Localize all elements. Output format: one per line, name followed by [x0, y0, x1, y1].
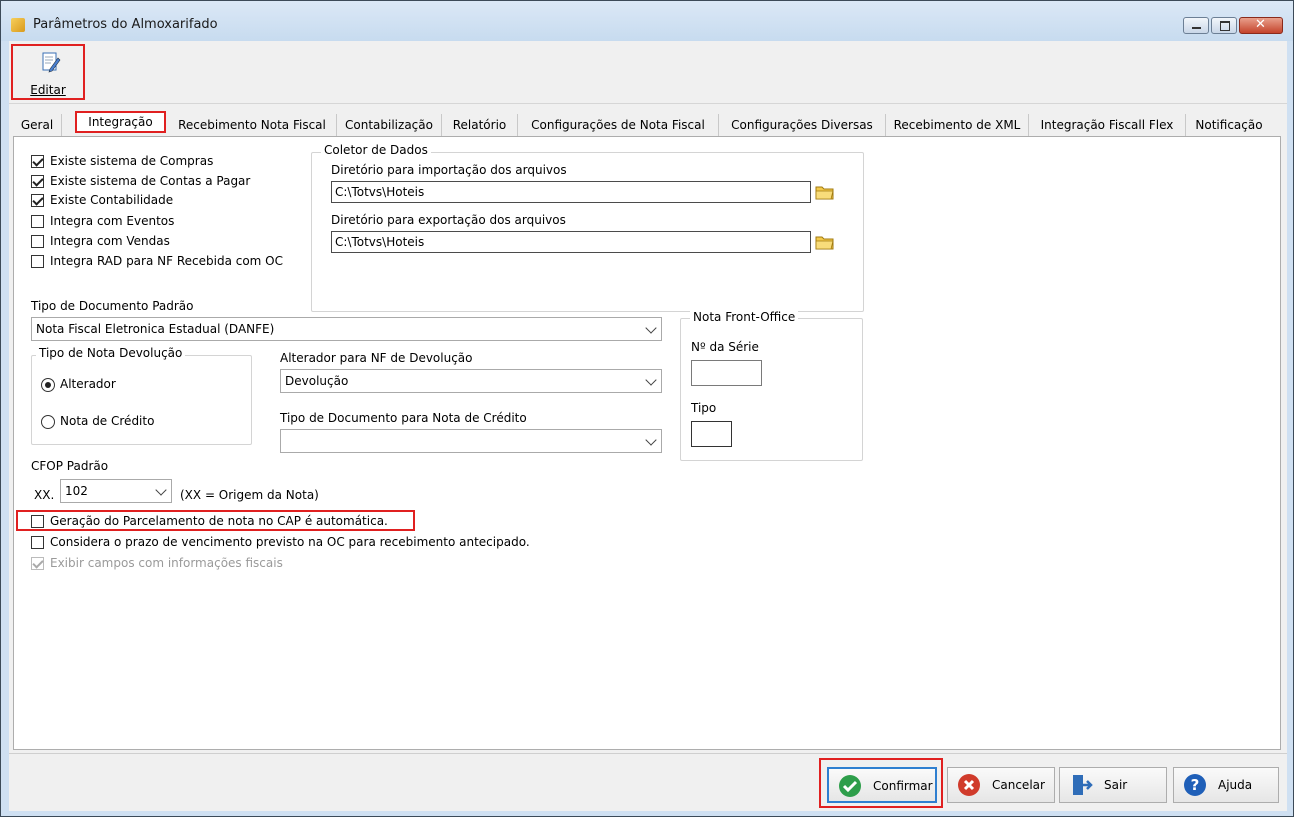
- edit-label: Editar: [30, 83, 66, 97]
- chevron-down-icon: [645, 322, 657, 334]
- export-label: Diretório para exportação dos arquivos: [331, 213, 566, 227]
- confirm-button[interactable]: Confirmar: [827, 767, 937, 803]
- tab-geral[interactable]: Geral: [13, 114, 62, 136]
- checkbox-label: Existe sistema de Compras: [50, 154, 214, 168]
- alterador-select[interactable]: Devolução: [280, 369, 662, 393]
- help-icon: ?: [1184, 774, 1206, 796]
- chevron-down-icon: [645, 434, 657, 446]
- option-label: Considera o prazo de vencimento previsto…: [50, 535, 530, 549]
- folder-icon[interactable]: [815, 234, 835, 250]
- exit-label: Sair: [1104, 778, 1128, 792]
- radio-nota-credito[interactable]: [41, 415, 55, 429]
- edit-button[interactable]: Editar: [11, 44, 85, 100]
- checkbox-label: Integra com Vendas: [50, 234, 170, 248]
- tipo-doc-credito-label: Tipo de Documento para Nota de Crédito: [280, 411, 527, 425]
- maximize-button[interactable]: [1211, 17, 1237, 34]
- tipo-doc-label: Tipo de Documento Padrão: [31, 299, 194, 313]
- confirm-label: Confirmar: [873, 779, 933, 793]
- window-title: Parâmetros do Almoxarifado: [33, 17, 218, 32]
- checkbox-prazo-vencimento[interactable]: [31, 536, 44, 549]
- tab-contabilizacao[interactable]: Contabilização: [337, 114, 442, 136]
- tab-recebimento-nota-fiscal[interactable]: Recebimento Nota Fiscal: [168, 114, 337, 136]
- title-bar: Parâmetros do Almoxarifado ✕: [1, 1, 1293, 41]
- minimize-button[interactable]: [1183, 17, 1209, 34]
- tipo-nota-dev-groupbox: [31, 355, 252, 445]
- help-button[interactable]: ? Ajuda: [1173, 767, 1279, 803]
- tipo-doc-select[interactable]: Nota Fiscal Eletronica Estadual (DANFE): [31, 317, 662, 341]
- checkbox-contas-pagar[interactable]: [31, 175, 44, 188]
- alterador-label: Alterador para NF de Devolução: [280, 351, 473, 365]
- tab-integracao[interactable]: Integração: [75, 111, 166, 133]
- tab-configuracoes-diversas[interactable]: Configurações Diversas: [719, 114, 886, 136]
- toolbar: Editar: [9, 41, 1287, 104]
- checkbox-parcelamento-cap[interactable]: [31, 515, 44, 528]
- app-icon: [11, 18, 25, 32]
- checkbox-label: Integra com Eventos: [50, 214, 175, 228]
- export-dir-field[interactable]: C:\Totvs\Hoteis: [331, 231, 811, 253]
- checkbox-label: Existe Contabilidade: [50, 193, 174, 207]
- cfop-label: CFOP Padrão: [31, 459, 109, 473]
- help-label: Ajuda: [1218, 778, 1253, 792]
- alterador-value: Devolução: [285, 374, 349, 388]
- minimize-icon: [1192, 27, 1201, 29]
- serie-field[interactable]: [691, 360, 762, 386]
- exit-button[interactable]: Sair: [1059, 767, 1167, 803]
- import-dir-field[interactable]: C:\Totvs\Hoteis: [331, 181, 811, 203]
- cfop-note: (XX = Origem da Nota): [180, 488, 319, 502]
- checkbox-exibir-fiscais: [31, 557, 44, 570]
- main-window: Parâmetros do Almoxarifado ✕ Editar Gera…: [0, 0, 1294, 817]
- checkbox-contabilidade[interactable]: [31, 194, 44, 207]
- close-icon: ✕: [1255, 17, 1266, 32]
- exit-icon: [1073, 775, 1093, 795]
- checkbox-label: Integra RAD para NF Recebida com OC: [50, 254, 283, 268]
- integracao-panel: Existe sistema de Compras Existe sistema…: [13, 136, 1281, 750]
- cancel-label: Cancelar: [992, 778, 1045, 792]
- tipo-field[interactable]: [691, 421, 732, 447]
- checkbox-vendas[interactable]: [31, 235, 44, 248]
- option-label: Geração do Parcelamento de nota no CAP é…: [50, 514, 388, 528]
- client-area: Editar Geral Integração Recebimento Nota…: [9, 41, 1287, 811]
- radio-alterador-label: Alterador: [60, 377, 116, 391]
- tab-recebimento-xml[interactable]: Recebimento de XML: [886, 114, 1029, 136]
- maximize-icon: [1220, 21, 1230, 31]
- folder-icon[interactable]: [815, 184, 835, 200]
- cancel-button[interactable]: Cancelar: [947, 767, 1055, 803]
- checkbox-eventos[interactable]: [31, 215, 44, 228]
- tab-strip: Geral Integração Recebimento Nota Fiscal…: [13, 111, 1281, 136]
- radio-alterador[interactable]: [41, 378, 55, 392]
- radio-nota-credito-label: Nota de Crédito: [60, 414, 155, 428]
- tipo-nota-dev-title: Tipo de Nota Devolução: [36, 346, 186, 360]
- option-label: Exibir campos com informações fiscais: [50, 556, 283, 570]
- tab-notificacao[interactable]: Notificação: [1186, 114, 1272, 136]
- checkbox-rad-oc[interactable]: [31, 255, 44, 268]
- tipo-doc-credito-select[interactable]: [280, 429, 662, 453]
- tab-configuracoes-nota-fiscal[interactable]: Configurações de Nota Fiscal: [518, 114, 719, 136]
- tab-relatorio[interactable]: Relatório: [442, 114, 518, 136]
- chevron-down-icon: [155, 484, 167, 496]
- coletor-title: Coletor de Dados: [321, 143, 431, 157]
- checkbox-compras[interactable]: [31, 155, 44, 168]
- cfop-value: 102: [65, 484, 88, 498]
- tipo-label: Tipo: [691, 401, 717, 415]
- cfop-prefix: XX.: [34, 488, 55, 502]
- check-icon: [839, 775, 861, 797]
- front-office-title: Nota Front-Office: [690, 310, 799, 324]
- button-bar: Confirmar Cancelar Sair ? Ajuda: [9, 753, 1287, 811]
- serie-label: Nº da Série: [691, 340, 759, 354]
- checkbox-label: Existe sistema de Contas a Pagar: [50, 174, 251, 188]
- chevron-down-icon: [645, 374, 657, 386]
- import-label: Diretório para importação dos arquivos: [331, 163, 567, 177]
- cfop-select[interactable]: 102: [60, 479, 172, 503]
- tipo-doc-value: Nota Fiscal Eletronica Estadual (DANFE): [36, 322, 275, 336]
- edit-icon: [42, 52, 61, 73]
- cancel-icon: [958, 774, 980, 796]
- close-button[interactable]: ✕: [1239, 17, 1283, 34]
- tab-integracao-fiscall-flex[interactable]: Integração Fiscall Flex: [1029, 114, 1186, 136]
